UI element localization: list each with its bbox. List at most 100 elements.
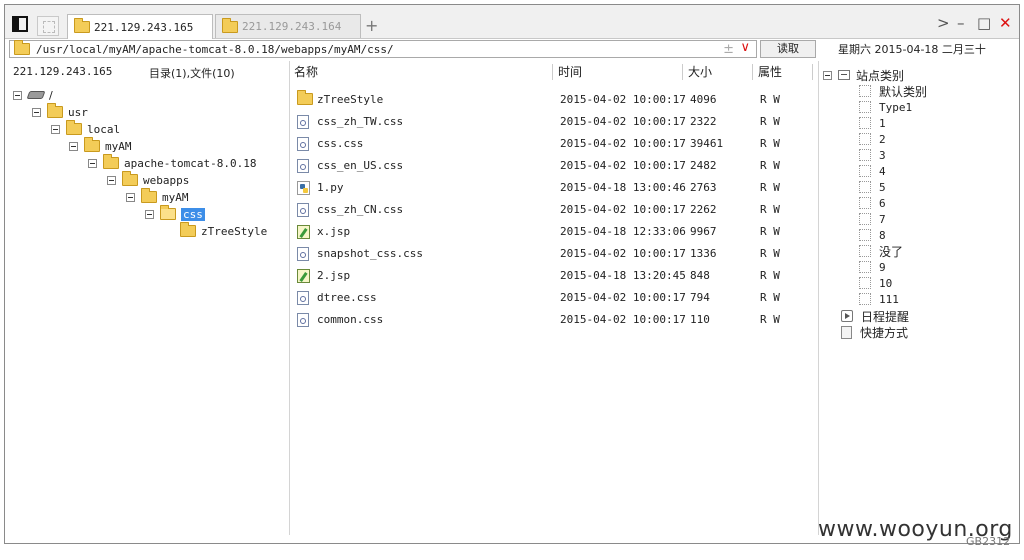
category-item[interactable]: 9 xyxy=(859,259,886,275)
file-row[interactable]: dtree.css 2015-04-02 10:00:17 794 R W xyxy=(290,287,818,309)
category-item-icon xyxy=(859,181,871,193)
file-time: 2015-04-02 10:00:17 xyxy=(560,115,686,128)
maximize-icon[interactable]: □ xyxy=(977,14,991,32)
tree-node-usr[interactable]: usr xyxy=(32,103,88,120)
tab-host-inactive[interactable]: 221.129.243.164 xyxy=(215,14,361,38)
drive-icon xyxy=(26,91,46,99)
folder-icon xyxy=(84,137,100,152)
tree-node-myam[interactable]: myAM xyxy=(69,137,132,154)
category-item[interactable]: 10 xyxy=(859,275,892,291)
close-icon[interactable]: ✕ xyxy=(999,14,1012,32)
folder-icon xyxy=(74,18,90,33)
minimize-icon[interactable]: – xyxy=(957,14,965,32)
tab-label: 221.129.243.164 xyxy=(242,20,342,33)
category-item[interactable]: 5 xyxy=(859,179,886,195)
schedule-reminder-item[interactable]: 日程提醒 xyxy=(841,308,909,324)
tree-node-apache-tomcat[interactable]: apache-tomcat-8.0.18 xyxy=(88,154,256,171)
category-item-icon xyxy=(859,245,871,257)
tree-node-webapps[interactable]: webapps xyxy=(107,171,189,188)
category-item-icon xyxy=(859,197,871,209)
column-header-attr[interactable]: 属性 xyxy=(758,61,782,83)
file-attr: R W xyxy=(760,269,780,282)
jsp-file-icon xyxy=(297,225,310,239)
category-item[interactable]: 3 xyxy=(859,147,886,163)
category-item[interactable]: 7 xyxy=(859,211,886,227)
tab-host-active[interactable]: 221.129.243.165 xyxy=(67,14,213,39)
python-file-icon xyxy=(297,181,310,195)
folder-icon xyxy=(14,40,30,55)
category-item-label: 2 xyxy=(879,132,886,146)
category-item[interactable]: 6 xyxy=(859,195,886,211)
css-file-icon xyxy=(297,203,309,217)
css-file-icon xyxy=(297,313,309,327)
blank-page-icon[interactable] xyxy=(37,16,59,36)
category-item[interactable]: Type1 xyxy=(859,99,912,115)
file-list-pane: 名称 时间 大小 属性 zTreeStyle 2015-04-02 10:00:… xyxy=(290,61,819,535)
category-item[interactable]: 111 xyxy=(859,291,899,307)
column-divider[interactable] xyxy=(682,64,683,80)
column-divider[interactable] xyxy=(552,64,553,80)
column-header-time[interactable]: 时间 xyxy=(558,61,582,83)
category-item[interactable]: 2 xyxy=(859,131,886,147)
path-text: /usr/local/myAM/apache-tomcat-8.0.18/web… xyxy=(36,42,394,56)
file-name: css_zh_CN.css xyxy=(317,203,404,216)
file-row[interactable]: x.jsp 2015-04-18 12:33:06 9967 R W xyxy=(290,221,818,243)
category-item-icon xyxy=(859,277,871,289)
file-time: 2015-04-18 13:00:46 xyxy=(560,181,686,194)
tree-node-myam-app[interactable]: myAM xyxy=(126,188,189,205)
collapse-icon[interactable] xyxy=(107,175,116,185)
read-button[interactable]: 读取 xyxy=(760,40,816,58)
shortcuts-item[interactable]: 快捷方式 xyxy=(841,324,908,340)
category-item-icon xyxy=(859,133,871,145)
app-window: 221.129.243.165 221.129.243.164 + > – □ … xyxy=(4,4,1020,544)
folder-icon xyxy=(122,171,138,186)
file-time: 2015-04-02 10:00:17 xyxy=(560,159,686,172)
file-row[interactable]: css_zh_TW.css 2015-04-02 10:00:17 2322 R… xyxy=(290,111,818,133)
collapse-icon[interactable] xyxy=(88,158,97,168)
collapse-icon[interactable] xyxy=(13,90,22,100)
category-item-label: 5 xyxy=(879,180,886,194)
file-row[interactable]: snapshot_css.css 2015-04-02 10:00:17 133… xyxy=(290,243,818,265)
plus-minus-icon[interactable]: ± xyxy=(723,42,734,57)
sidebar-toggle-icon[interactable] xyxy=(12,16,28,32)
category-item[interactable]: 没了 xyxy=(859,243,903,259)
file-row[interactable]: common.css 2015-04-02 10:00:17 110 R W xyxy=(290,309,818,331)
forward-icon[interactable]: > xyxy=(937,14,950,32)
category-item-label: 111 xyxy=(879,292,899,306)
collapse-icon[interactable] xyxy=(32,107,41,117)
category-item[interactable]: 4 xyxy=(859,163,886,179)
file-row[interactable]: css.css 2015-04-02 10:00:17 39461 R W xyxy=(290,133,818,155)
file-name: css.css xyxy=(317,137,364,150)
tree-node-root[interactable]: / xyxy=(13,87,53,103)
encoding-label: GB2312 xyxy=(966,535,1011,548)
date-display: 星期六 2015-04-18 二月三十 xyxy=(838,43,986,56)
category-item[interactable]: 默认类别 xyxy=(859,83,927,99)
chevron-down-icon[interactable]: ∨ xyxy=(740,40,750,55)
category-item[interactable]: 1 xyxy=(859,115,886,131)
file-row[interactable]: 2.jsp 2015-04-18 13:20:45 848 R W xyxy=(290,265,818,287)
column-header-size[interactable]: 大小 xyxy=(688,61,712,83)
site-category-root[interactable]: 站点类别 xyxy=(823,67,904,83)
file-row[interactable]: 1.py 2015-04-18 13:00:46 2763 R W xyxy=(290,177,818,199)
collapse-icon[interactable] xyxy=(69,141,78,151)
path-input[interactable]: /usr/local/myAM/apache-tomcat-8.0.18/web… xyxy=(9,40,757,58)
tree-node-ztreestyle[interactable]: zTreeStyle xyxy=(180,222,267,239)
collapse-icon[interactable] xyxy=(145,209,154,219)
category-item[interactable]: 8 xyxy=(859,227,886,243)
collapse-icon[interactable] xyxy=(51,124,60,134)
file-row[interactable]: css_zh_CN.css 2015-04-02 10:00:17 2262 R… xyxy=(290,199,818,221)
new-tab-button[interactable]: + xyxy=(365,16,378,35)
column-header-name[interactable]: 名称 xyxy=(294,61,318,83)
shortcuts-label: 快捷方式 xyxy=(860,325,909,340)
file-row[interactable]: zTreeStyle 2015-04-02 10:00:17 4096 R W xyxy=(290,89,818,111)
tree-node-local[interactable]: local xyxy=(51,120,120,137)
collapse-icon[interactable] xyxy=(126,192,135,202)
tree-node-label-selected: css xyxy=(181,207,205,221)
column-divider[interactable] xyxy=(752,64,753,80)
file-row[interactable]: css_en_US.css 2015-04-02 10:00:17 2482 R… xyxy=(290,155,818,177)
collapse-icon[interactable] xyxy=(823,70,832,80)
tree-node-label: myAM xyxy=(105,139,132,153)
tree-node-css[interactable]: css xyxy=(145,205,205,222)
column-divider[interactable] xyxy=(812,64,813,80)
category-item-label: 7 xyxy=(879,212,886,226)
